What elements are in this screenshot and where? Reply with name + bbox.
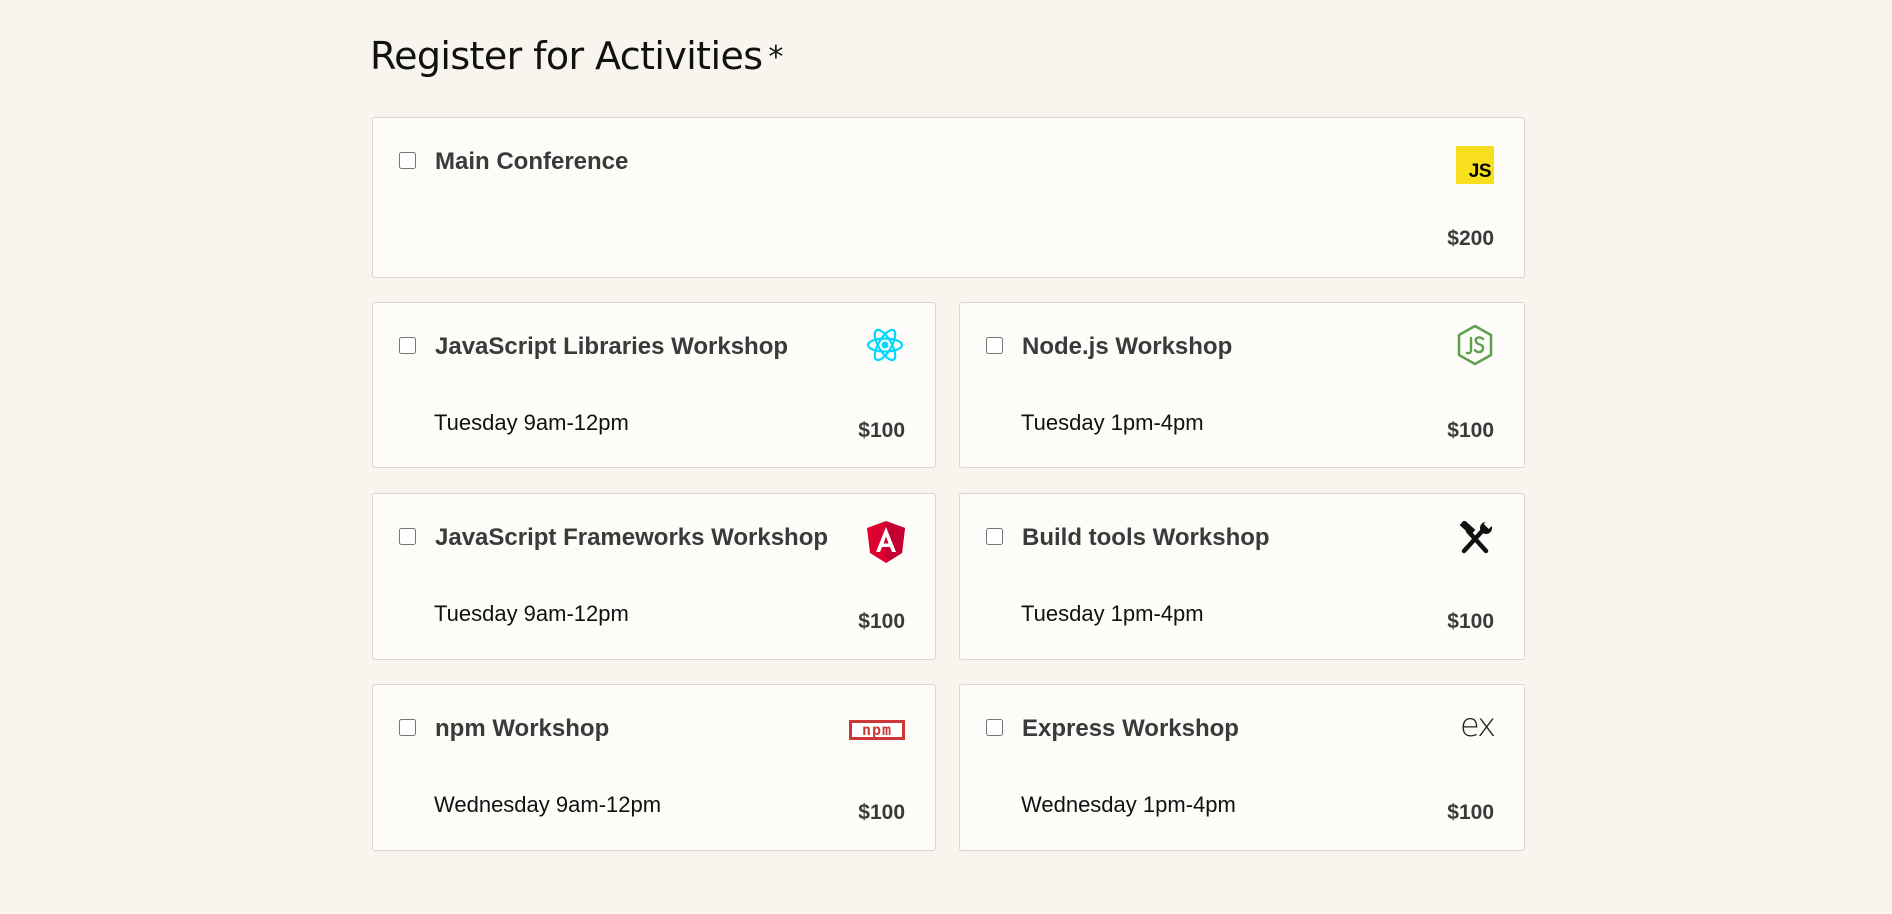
- activity-title: Main Conference: [435, 148, 629, 175]
- activity-card-build-tools[interactable]: Build tools Workshop Tuesday 1pm-4pm $10…: [959, 493, 1525, 660]
- section-heading: Register for Activities *: [370, 28, 783, 88]
- activity-time: Tuesday 9am-12pm: [434, 601, 629, 626]
- activity-time: Tuesday 1pm-4pm: [1021, 601, 1204, 626]
- activity-card-npm[interactable]: npm Workshop npm Wednesday 9am-12pm $100: [372, 684, 936, 851]
- hammer-wrench-icon: [1456, 519, 1494, 555]
- activities-page: Register for Activities * Main Conference…: [0, 0, 1892, 914]
- activity-title: JavaScript Libraries Workshop: [435, 333, 789, 360]
- activity-card-express[interactable]: Express Workshop ex Wednesday 1pm-4pm $1…: [959, 684, 1525, 851]
- nodejs-logo-icon: [1456, 324, 1494, 366]
- npm-checkbox[interactable]: [399, 719, 416, 736]
- activity-card-js-frameworks[interactable]: JavaScript Frameworks Workshop Tuesday 9…: [372, 493, 936, 660]
- activity-price: $100: [1447, 801, 1494, 824]
- activity-price: $100: [858, 419, 905, 442]
- activity-time: Tuesday 9am-12pm: [434, 410, 629, 435]
- activity-card-nodejs[interactable]: Node.js Workshop Tuesday 1pm-4pm $100: [959, 302, 1525, 468]
- js-libraries-checkbox[interactable]: [399, 337, 416, 354]
- main-conference-checkbox[interactable]: [399, 152, 416, 169]
- express-logo-icon: ex: [1459, 706, 1496, 744]
- activity-time: Tuesday 1pm-4pm: [1021, 410, 1204, 435]
- activity-title: JavaScript Frameworks Workshop: [435, 524, 829, 551]
- activity-title: Express Workshop: [1022, 715, 1239, 742]
- activity-price: $100: [1447, 419, 1494, 442]
- activity-title: Build tools Workshop: [1022, 524, 1270, 551]
- javascript-logo-icon: JS: [1456, 146, 1494, 184]
- activity-price: $100: [858, 801, 905, 824]
- activity-time: Wednesday 1pm-4pm: [1021, 792, 1236, 817]
- nodejs-checkbox[interactable]: [986, 337, 1003, 354]
- activity-time: Wednesday 9am-12pm: [434, 792, 662, 817]
- heading-text: Register for Activities: [370, 34, 763, 78]
- activity-title: Node.js Workshop: [1022, 333, 1233, 360]
- activity-price: $100: [858, 610, 905, 633]
- angular-logo-icon: [867, 521, 905, 563]
- npm-logo-text: npm: [852, 723, 902, 738]
- activity-title: npm Workshop: [435, 715, 610, 742]
- activity-card-main-conference[interactable]: Main Conference JS $200: [372, 117, 1525, 278]
- required-asterisk: *: [768, 40, 783, 75]
- activity-price: $100: [1447, 610, 1494, 633]
- activity-card-js-libraries[interactable]: JavaScript Libraries Workshop Tuesday 9a…: [372, 302, 936, 468]
- build-tools-checkbox[interactable]: [986, 528, 1003, 545]
- express-checkbox[interactable]: [986, 719, 1003, 736]
- javascript-logo-text: JS: [1468, 161, 1492, 182]
- npm-logo-icon: npm: [849, 720, 905, 740]
- activity-price: $200: [1447, 227, 1494, 250]
- react-logo-icon: [865, 325, 905, 365]
- js-frameworks-checkbox[interactable]: [399, 528, 416, 545]
